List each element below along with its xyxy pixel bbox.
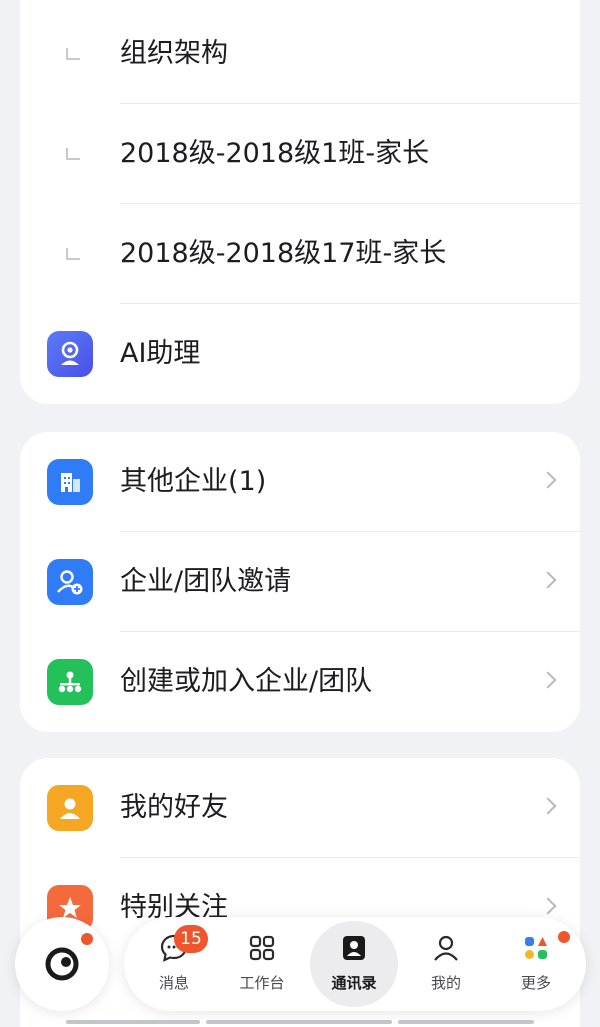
- other-enterprises-label: 其他企业(1): [120, 466, 267, 497]
- org-structure-label: 组织架构: [120, 38, 228, 69]
- unread-badge: 15: [174, 925, 208, 953]
- tab-mine-label: 我的: [430, 974, 461, 992]
- create-join-team-row[interactable]: 创建或加入企业/团队: [20, 632, 580, 732]
- class-1-parents-row[interactable]: 2018级-2018级1班-家长: [20, 104, 580, 204]
- grid-icon: [249, 935, 275, 961]
- class-17-parents-row[interactable]: 2018级-2018级17班-家长: [20, 204, 580, 304]
- organization-card: 组织架构 2018级-2018级1班-家长 2018级-2018级17班-家长 …: [20, 0, 580, 404]
- chevron-right-icon: [539, 897, 557, 915]
- home-indicator: [66, 1020, 200, 1024]
- app-logo-icon: [45, 947, 79, 981]
- team-invitation-label: 企业/团队邀请: [120, 566, 292, 597]
- tab-workbench[interactable]: 工作台: [218, 917, 306, 1011]
- chevron-right-icon: [539, 797, 557, 815]
- class-1-parents-label: 2018级-2018级1班-家长: [120, 138, 430, 169]
- org-chart-icon: [47, 659, 93, 705]
- contacts-icon: [343, 936, 365, 960]
- building-icon: [47, 459, 93, 505]
- create-join-team-label: 创建或加入企业/团队: [120, 666, 373, 697]
- other-enterprises-row[interactable]: 其他企业(1): [20, 432, 580, 532]
- home-indicator: [398, 1020, 534, 1024]
- bottom-tab-bar: 15 消息 工作台 通讯录 我的 更多: [124, 917, 586, 1011]
- chevron-right-icon: [539, 471, 557, 489]
- tab-mine[interactable]: 我的: [402, 917, 490, 1011]
- quick-action-button[interactable]: [15, 917, 109, 1011]
- notification-dot: [558, 931, 570, 943]
- ai-assistant-row[interactable]: AI助理: [20, 304, 580, 404]
- org-structure-row[interactable]: 组织架构: [20, 4, 580, 104]
- ai-assistant-label: AI助理: [120, 338, 201, 369]
- team-invitation-row[interactable]: 企业/团队邀请: [20, 532, 580, 632]
- enterprise-card: 其他企业(1) 企业/团队邀请 创建或加入企业/团队: [20, 432, 580, 732]
- user-invite-icon: [47, 559, 93, 605]
- my-friends-label: 我的好友: [120, 792, 228, 823]
- tab-contacts-label: 通讯录: [331, 974, 377, 992]
- home-indicator: [206, 1020, 392, 1024]
- more-apps-icon: [525, 937, 547, 959]
- chevron-right-icon: [539, 571, 557, 589]
- tab-more[interactable]: 更多: [492, 917, 580, 1011]
- tab-messages-label: 消息: [158, 974, 189, 992]
- tab-workbench-label: 工作台: [239, 974, 285, 992]
- tab-messages[interactable]: 15 消息: [130, 917, 218, 1011]
- person-icon: [47, 785, 93, 831]
- profile-icon: [434, 935, 458, 961]
- tree-branch-icon: [66, 248, 80, 260]
- my-friends-row[interactable]: 我的好友: [20, 758, 580, 858]
- class-17-parents-label: 2018级-2018级17班-家长: [120, 238, 447, 269]
- tree-branch-icon: [66, 48, 80, 60]
- tab-contacts[interactable]: 通讯录: [310, 917, 398, 1011]
- tree-branch-icon: [66, 148, 80, 160]
- notification-dot: [81, 933, 93, 945]
- chevron-right-icon: [539, 671, 557, 689]
- tab-more-label: 更多: [520, 974, 551, 992]
- ai-assistant-icon: [47, 331, 93, 377]
